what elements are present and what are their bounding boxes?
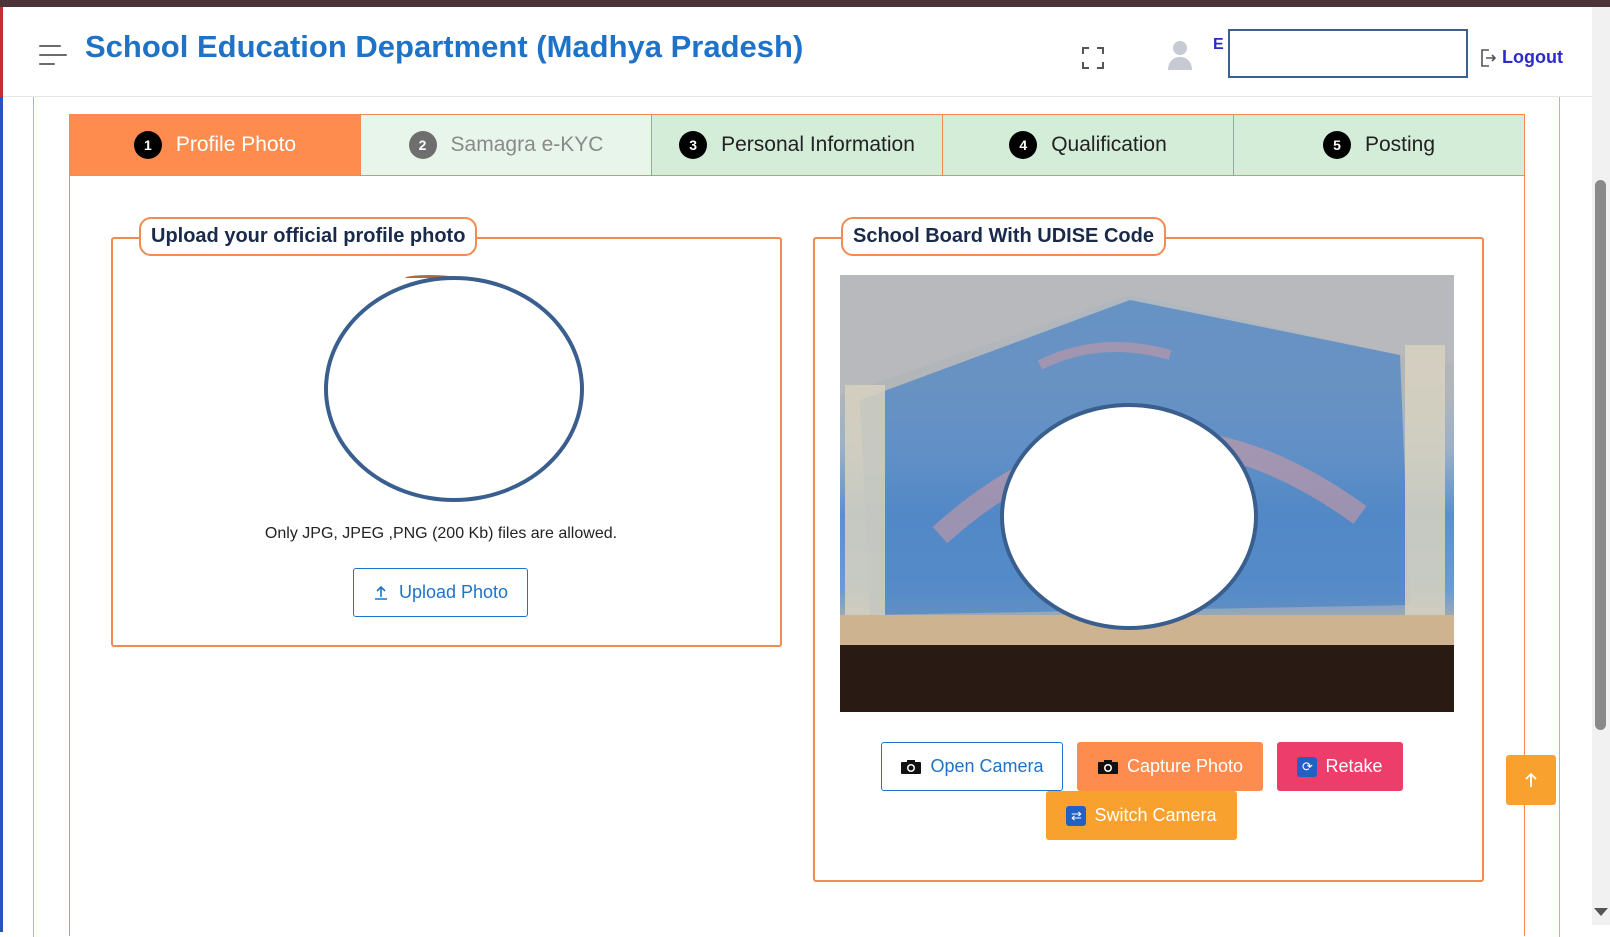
open-camera-button[interactable]: Open Camera (881, 742, 1063, 791)
camera-icon (901, 759, 922, 774)
step-number: 1 (133, 131, 162, 159)
upload-photo-button[interactable]: Upload Photo (353, 568, 528, 617)
step-label: Personal Information (721, 133, 915, 156)
board-photo-overlay (1000, 403, 1258, 630)
page-title: School Education Department (Madhya Prad… (85, 29, 804, 64)
logout-label: Logout (1502, 47, 1563, 67)
step-content: Upload your official profile photo Only … (69, 176, 1525, 936)
step-label: Qualification (1051, 133, 1167, 156)
arrow-up-icon (1525, 772, 1537, 787)
upload-photo-label: Upload Photo (398, 582, 509, 602)
open-camera-label: Open Camera (930, 756, 1044, 776)
school-board-panel: School Board With UDISE Code Open Camera… (813, 217, 1484, 882)
school-board-photo (840, 275, 1454, 712)
switch-camera-icon: ⇄ (1066, 805, 1087, 826)
logout-icon (1481, 48, 1496, 67)
school-board-panel-title: School Board With UDISE Code (841, 217, 1166, 256)
refresh-icon: ⟳ (1297, 756, 1318, 777)
window-top-strip (0, 0, 1610, 7)
step-personal-information[interactable]: 3 Personal Information (652, 115, 943, 175)
step-number: 5 (1322, 131, 1351, 159)
user-icon[interactable] (1167, 39, 1193, 71)
logout-button[interactable]: Logout (1480, 47, 1563, 68)
switch-camera-label: Switch Camera (1094, 805, 1217, 825)
capture-photo-label: Capture Photo (1126, 756, 1244, 776)
upload-icon (374, 585, 387, 600)
profile-photo-panel-title: Upload your official profile photo (139, 217, 478, 256)
step-label: Profile Photo (175, 133, 297, 156)
user-name-box[interactable] (1228, 29, 1468, 78)
wizard-steps: 1 Profile Photo 2 Samagra e-KYC 3 Person… (69, 114, 1525, 176)
file-type-hint: Only JPG, JPEG ,PNG (200 Kb) files are a… (264, 525, 618, 542)
profile-photo-panel: Upload your official profile photo Only … (111, 217, 782, 647)
step-label: Posting (1364, 133, 1436, 156)
step-profile-photo[interactable]: 1 Profile Photo (70, 115, 361, 175)
left-edge (0, 7, 3, 932)
step-number: 4 (1009, 131, 1038, 159)
camera-icon (1097, 759, 1118, 774)
app-header: School Education Department (Madhya Prad… (3, 7, 1592, 97)
menu-icon[interactable] (39, 45, 67, 67)
step-qualification[interactable]: 4 Qualification (943, 115, 1234, 175)
retake-label: Retake (1325, 756, 1383, 776)
step-number: 2 (408, 131, 437, 159)
step-number: 3 (679, 131, 708, 159)
scroll-down-arrow-icon[interactable] (1594, 908, 1608, 916)
scrollbar-thumb[interactable] (1595, 180, 1606, 730)
step-samagra-ekyc[interactable]: 2 Samagra e-KYC (361, 115, 652, 175)
step-posting[interactable]: 5 Posting (1234, 115, 1524, 175)
profile-photo-preview (324, 276, 584, 502)
user-name-initial: E (1213, 36, 1224, 53)
scroll-to-top-button[interactable] (1506, 755, 1556, 805)
capture-photo-button[interactable]: Capture Photo (1077, 742, 1263, 791)
fullscreen-icon[interactable] (1082, 47, 1104, 69)
step-label: Samagra e-KYC (450, 133, 604, 156)
retake-button[interactable]: ⟳ Retake (1277, 742, 1403, 791)
switch-camera-button[interactable]: ⇄ Switch Camera (1046, 791, 1237, 840)
